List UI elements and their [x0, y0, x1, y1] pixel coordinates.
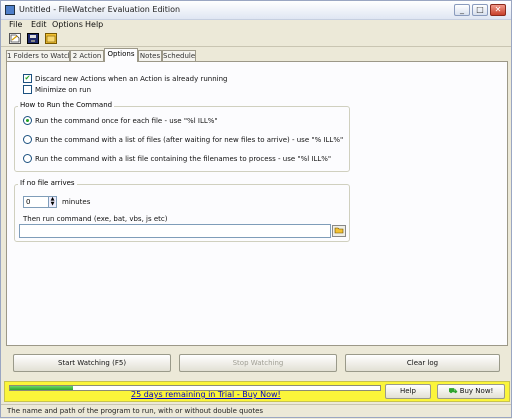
shopping-cart-icon: ⛟: [448, 387, 458, 395]
buy-now-button-label: Buy Now!: [459, 387, 494, 395]
browse-command-button[interactable]: [332, 225, 346, 237]
run-with-file-list-label: Run the command with a list of files (af…: [35, 136, 344, 144]
trial-bar: 25 days remaining in Trial - Buy Now! He…: [4, 381, 510, 402]
options-panel: ✔ Discard new Actions when an Action is …: [6, 61, 508, 346]
window-title: Untitled - FileWatcher Evaluation Editio…: [19, 5, 181, 14]
minutes-label: minutes: [62, 198, 91, 206]
open-folder-icon[interactable]: [45, 33, 57, 44]
minutes-spinner[interactable]: ▲ ▼: [48, 196, 57, 208]
menu-edit[interactable]: Edit: [31, 20, 47, 29]
menu-bar: File Edit Options Help: [1, 19, 511, 31]
run-command-group: How to Run the Command Run the command o…: [14, 101, 350, 172]
app-icon: [5, 5, 15, 15]
stop-watching-button[interactable]: Stop Watching: [179, 354, 337, 372]
toolbar: [1, 32, 511, 47]
discard-actions-label: Discard new Actions when an Action is al…: [35, 75, 228, 83]
status-text: The name and path of the program to run,…: [7, 407, 264, 415]
save-icon[interactable]: [27, 33, 39, 44]
start-watching-button[interactable]: Start Watching (F5): [13, 354, 171, 372]
close-button[interactable]: ✕: [490, 4, 506, 16]
buy-now-button[interactable]: ⛟ Buy Now!: [437, 384, 505, 399]
status-bar: The name and path of the program to run,…: [1, 404, 511, 419]
then-run-command-label: Then run command (exe, bat, vbs, js etc): [23, 215, 168, 223]
new-file-icon[interactable]: [9, 33, 21, 44]
trial-progress-fill: [10, 386, 73, 390]
app-window: Untitled - FileWatcher Evaluation Editio…: [0, 0, 512, 418]
menu-options[interactable]: Options: [52, 20, 83, 29]
open-folder-icon: [334, 227, 344, 234]
no-file-legend: If no file arrives: [18, 179, 77, 187]
then-run-command-input[interactable]: [19, 224, 331, 238]
run-with-list-file-label: Run the command with a list file contain…: [35, 155, 332, 163]
maximize-button[interactable]: □: [472, 4, 488, 16]
run-with-list-file-radio[interactable]: [23, 154, 32, 163]
minimize-on-run-checkbox[interactable]: [23, 85, 32, 94]
trial-link[interactable]: 25 days remaining in Trial - Buy Now!: [131, 390, 281, 399]
menu-help[interactable]: Help: [85, 20, 103, 29]
menu-file[interactable]: File: [9, 20, 22, 29]
tab-options[interactable]: Options: [104, 48, 138, 62]
minimize-on-run-label: Minimize on run: [35, 86, 92, 94]
help-button-label: Help: [400, 387, 416, 395]
run-with-file-list-radio[interactable]: [23, 135, 32, 144]
run-once-per-file-radio[interactable]: [23, 116, 32, 125]
run-command-legend: How to Run the Command: [18, 101, 115, 109]
minimize-button[interactable]: _: [454, 4, 470, 16]
discard-actions-checkbox[interactable]: ✔: [23, 74, 32, 83]
run-once-per-file-label: Run the command once for each file - use…: [35, 117, 218, 125]
clear-log-button[interactable]: Clear log: [345, 354, 500, 372]
help-button[interactable]: Help: [385, 384, 431, 399]
title-bar: Untitled - FileWatcher Evaluation Editio…: [1, 1, 511, 20]
